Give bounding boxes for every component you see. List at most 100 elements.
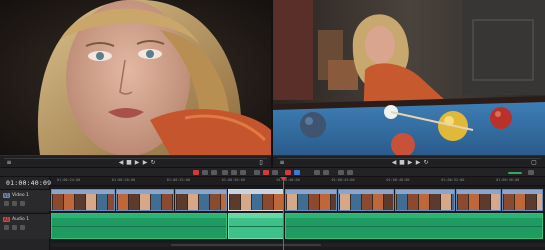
- lock-icon[interactable]: [4, 201, 9, 206]
- clip-thumbnail: [419, 194, 429, 210]
- track-headers: 01:00:40:09 V1 Video 1 A1 Audio 1: [0, 177, 51, 250]
- fast-forward-icon[interactable]: ▶: [142, 160, 148, 166]
- audio-track-tag: A1: [3, 217, 10, 222]
- audio-track: [51, 213, 545, 239]
- clip-thumbnail: [97, 194, 107, 210]
- zoom-in-icon[interactable]: [323, 170, 329, 175]
- clip-thumbnail: [384, 194, 393, 210]
- video-clip[interactable]: [395, 189, 455, 211]
- video-clip-selected[interactable]: [228, 189, 284, 211]
- clip-thumbnail: [320, 194, 330, 210]
- video-track-label: Video 1: [12, 193, 29, 198]
- video-track-tag: V1: [3, 193, 10, 198]
- clip-thumbnail: [351, 194, 361, 210]
- clip-thumbnail: [469, 194, 479, 210]
- clip-thumbnail: [526, 194, 536, 210]
- clip-thumbnail: [162, 194, 172, 210]
- stop-icon[interactable]: ■: [399, 160, 405, 166]
- clip-thumbnail: [53, 194, 63, 210]
- trim-tool-icon[interactable]: [202, 170, 208, 175]
- ruler-tick-label: 01:00:32:00: [166, 178, 190, 182]
- program-viewer[interactable]: [273, 0, 545, 155]
- video-track-header[interactable]: V1 Video 1: [0, 189, 50, 211]
- clip-thumbnail: [408, 194, 418, 210]
- overwrite-clip-icon[interactable]: [231, 170, 237, 175]
- zoom-slider[interactable]: [508, 172, 522, 174]
- timeline-scrollbar[interactable]: [51, 243, 545, 247]
- timeline-timecode[interactable]: 01:00:40:09: [6, 179, 51, 187]
- mute-icon[interactable]: [20, 225, 25, 230]
- play-icon[interactable]: ▶: [134, 160, 140, 166]
- viewer-options-icon[interactable]: ≡: [6, 160, 12, 166]
- audio-level-icon[interactable]: [338, 170, 344, 175]
- insert-clip-icon[interactable]: [222, 170, 228, 175]
- lock-icon[interactable]: [4, 225, 9, 230]
- video-clip[interactable]: [51, 189, 115, 211]
- clip-thumbnail: [298, 194, 308, 210]
- fullscreen-icon[interactable]: ▢: [531, 160, 537, 166]
- stop-icon[interactable]: ■: [126, 160, 132, 166]
- lock-icon[interactable]: [272, 170, 278, 175]
- clip-thumbnail: [537, 194, 542, 210]
- video-clip[interactable]: [456, 189, 501, 211]
- ruler-tick-label: 01:00:44:00: [331, 178, 355, 182]
- fast-forward-icon[interactable]: ▶: [415, 160, 421, 166]
- clip-thumbnail: [441, 194, 451, 210]
- video-clip[interactable]: [175, 189, 227, 211]
- clip-thumbnail: [263, 194, 273, 210]
- play-icon[interactable]: ▶: [407, 160, 413, 166]
- zoom-out-icon[interactable]: [314, 170, 320, 175]
- video-track: [51, 189, 545, 211]
- timeline-options-icon[interactable]: [528, 170, 534, 175]
- ruler-tick-label: 01:00:52:00: [441, 178, 465, 182]
- solo-icon[interactable]: [12, 225, 17, 230]
- clip-thumbnail: [210, 194, 220, 210]
- clip-thumbnail: [140, 194, 150, 210]
- clip-thumbnail: [86, 194, 96, 210]
- clip-thumbnail: [480, 194, 490, 210]
- flag-icon[interactable]: [285, 170, 291, 175]
- ruler-tick-label: 01:00:48:00: [386, 178, 410, 182]
- replace-clip-icon[interactable]: [240, 170, 246, 175]
- clip-thumbnail: [458, 194, 468, 210]
- link-icon[interactable]: [263, 170, 269, 175]
- audio-track-label: Audio 1: [12, 217, 30, 222]
- clip-thumbnail: [177, 194, 187, 210]
- source-viewer[interactable]: [0, 0, 271, 155]
- loop-icon[interactable]: ↻: [423, 160, 429, 166]
- video-clip[interactable]: [285, 189, 337, 211]
- clip-thumbnail: [75, 194, 85, 210]
- edit-toolbar: [0, 167, 545, 177]
- clip-thumbnail: [118, 194, 128, 210]
- audio-clip-selected[interactable]: [228, 213, 284, 239]
- clip-thumbnail: [287, 194, 297, 210]
- video-clip[interactable]: [338, 189, 394, 211]
- video-clip[interactable]: [116, 189, 174, 211]
- selection-tool-icon[interactable]: [193, 170, 199, 175]
- mark-in-icon[interactable]: ▯: [258, 160, 264, 166]
- rewind-icon[interactable]: ◀: [118, 160, 124, 166]
- timeline-ruler[interactable]: 01:00:24:00 01:00:28:00 01:00:32:00 01:00:3…: [51, 177, 545, 186]
- editor-window: ◀ ■ ▶ ▶ ↻ ≡ ▯ ◀ ■ ▶ ▶ ↻ ≡ ▢ 01:00:40:09 …: [0, 0, 545, 250]
- timeline-scroll-thumb[interactable]: [171, 244, 321, 246]
- eye-icon[interactable]: [12, 201, 17, 206]
- playhead[interactable]: [283, 177, 284, 250]
- marker-icon[interactable]: [294, 170, 300, 175]
- loop-icon[interactable]: ↻: [150, 160, 156, 166]
- blade-tool-icon[interactable]: [211, 170, 217, 175]
- video-clip[interactable]: [502, 189, 543, 211]
- snap-icon[interactable]: [254, 170, 260, 175]
- clip-thumbnail: [64, 194, 74, 210]
- render-icon[interactable]: [347, 170, 353, 175]
- viewer-options-icon[interactable]: ≡: [279, 160, 285, 166]
- audio-clip[interactable]: [51, 213, 227, 239]
- rewind-icon[interactable]: ◀: [391, 160, 397, 166]
- clip-thumbnail: [340, 194, 350, 210]
- clip-thumbnail: [188, 194, 198, 210]
- audio-clip[interactable]: [285, 213, 543, 239]
- audio-track-header[interactable]: A1 Audio 1: [0, 213, 50, 239]
- clip-thumbnail: [331, 194, 336, 210]
- ruler-tick-label: 01:00:24:00: [57, 178, 81, 182]
- auto-select-icon[interactable]: [20, 201, 25, 206]
- program-transport-bar: ◀ ■ ▶ ▶ ↻ ≡ ▢: [273, 155, 545, 167]
